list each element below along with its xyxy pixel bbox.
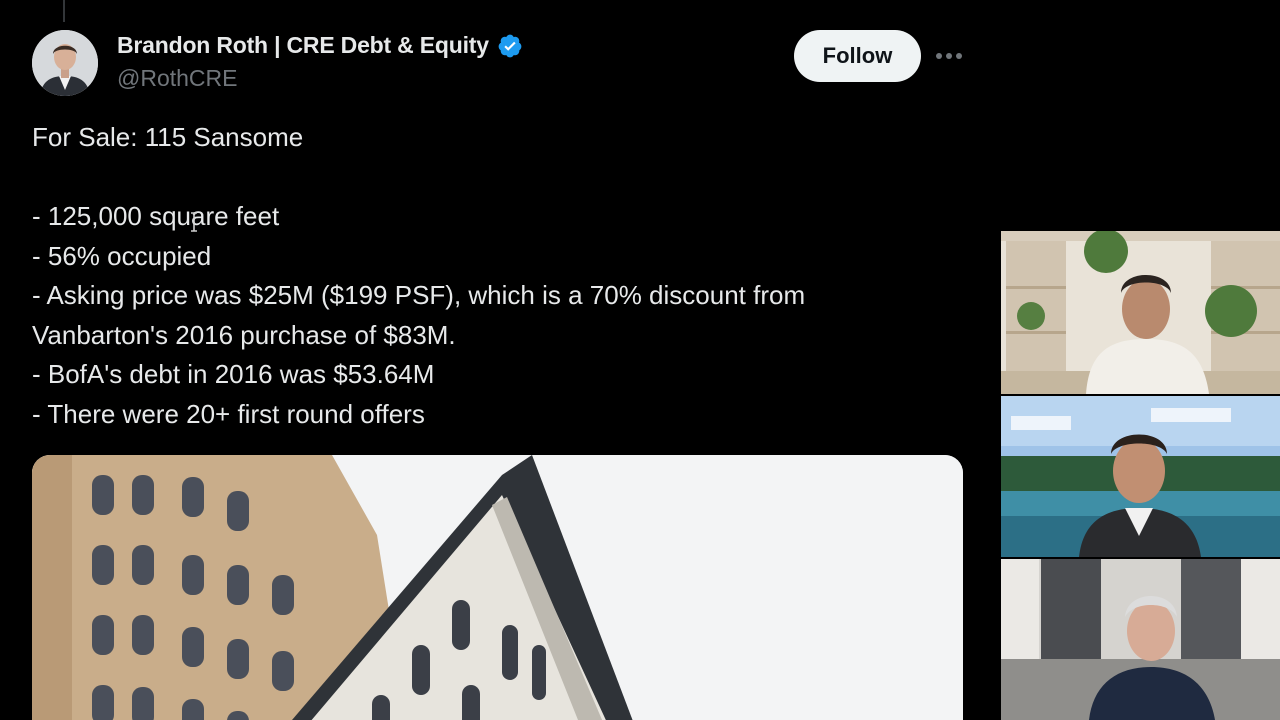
follow-button[interactable]: Follow [794, 30, 921, 82]
tweet-media-image[interactable] [32, 455, 963, 720]
building-photo [32, 455, 963, 720]
tweet-line-occupancy: - 56% occupied [32, 240, 212, 271]
participant-3-video [1001, 559, 1280, 720]
tweet-line-title: For Sale: 115 Sansome [32, 122, 304, 152]
participant-video-tile-2[interactable] [1001, 396, 1280, 557]
author-avatar[interactable] [32, 30, 98, 96]
text-cursor-icon [191, 212, 197, 232]
tweet-text: For Sale: 115 Sansome - 125,000 square f… [32, 118, 932, 434]
tweet-line-square-feet: - 125,000 square feet [32, 201, 280, 231]
participant-video-tile-1[interactable] [1001, 231, 1280, 394]
author-display-name[interactable]: Brandon Roth | CRE Debt & Equity [117, 32, 489, 59]
tweet-line-purchase: Vanbarton's 2016 purchase of $83M. [32, 319, 456, 350]
author-handle[interactable]: @RothCRE [117, 65, 523, 92]
more-options-button[interactable] [928, 38, 970, 74]
tweet-line-asking-price: - Asking price was $25M ($199 PSF), whic… [32, 280, 806, 310]
participant-1-video [1001, 231, 1280, 394]
avatar-image [32, 30, 98, 96]
ellipsis-icon [936, 53, 962, 59]
participant-video-tile-3[interactable] [1001, 559, 1280, 720]
tweet-line-offers: - There were 20+ first round offers [32, 398, 425, 429]
verified-badge-icon[interactable] [497, 33, 523, 59]
participant-2-video [1001, 396, 1280, 557]
tweet-line-debt: - BofA's debt in 2016 was $53.64M [32, 359, 435, 389]
author-name-row: Brandon Roth | CRE Debt & Equity [117, 32, 523, 59]
thread-connector-line [63, 0, 65, 22]
author-block: Brandon Roth | CRE Debt & Equity @RothCR… [117, 32, 523, 92]
screen: Brandon Roth | CRE Debt & Equity @RothCR… [0, 0, 1280, 720]
